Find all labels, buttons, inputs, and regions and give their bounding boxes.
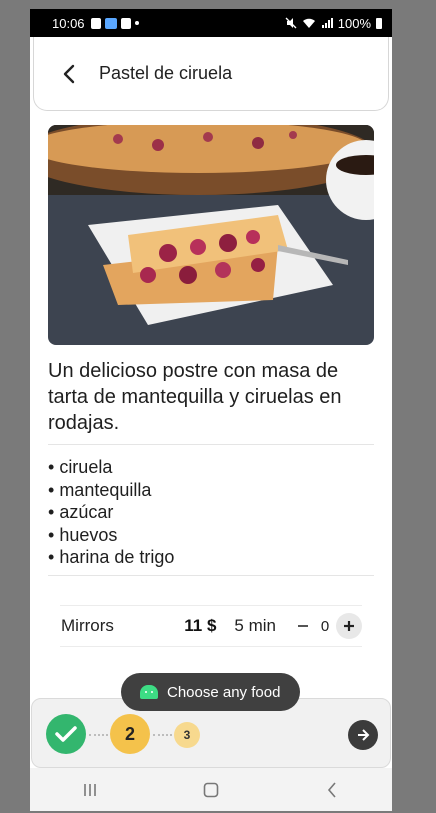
ingredient-item: harina de trigo <box>48 546 374 569</box>
chevron-left-icon <box>63 64 75 83</box>
ingredient-list: ciruela mantequilla azúcar huevos harina… <box>48 456 374 569</box>
signal-icon <box>321 18 333 28</box>
system-nav-bar <box>30 768 392 811</box>
step-3-upcoming[interactable]: 3 <box>174 722 200 748</box>
ingredient-item: mantequilla <box>48 479 374 502</box>
status-right: 100% <box>285 16 382 31</box>
mute-icon <box>285 17 297 29</box>
android-icon <box>140 685 158 699</box>
minus-icon <box>298 625 308 627</box>
step-1-done[interactable] <box>46 714 86 754</box>
check-icon <box>55 726 77 742</box>
mirror-price: 11 $ <box>184 616 217 635</box>
phone-screen: 10:06 100% Pastel de ciruela Un delicios… <box>30 9 392 811</box>
battery-icon <box>376 17 382 29</box>
step-connector <box>89 734 108 736</box>
divider <box>48 575 374 576</box>
toast-message: Choose any food <box>121 673 300 711</box>
status-bar: 10:06 100% <box>30 9 392 37</box>
gallery-icon <box>120 17 131 29</box>
wifi-icon <box>302 18 315 28</box>
system-back-button[interactable] <box>302 775 362 805</box>
home-button[interactable] <box>181 775 241 805</box>
back-button[interactable] <box>54 59 84 89</box>
quantity-value: 0 <box>320 617 330 635</box>
notification-icon <box>90 17 101 29</box>
page-title: Pastel de ciruela <box>99 63 233 83</box>
more-notifications-icon <box>134 21 139 25</box>
back-icon <box>327 781 336 798</box>
plus-icon <box>344 621 354 631</box>
app-icon <box>104 17 117 29</box>
ingredient-item: ciruela <box>48 456 374 479</box>
decrease-button[interactable] <box>292 615 314 637</box>
battery-percent: 100% <box>337 15 371 31</box>
home-icon <box>203 782 219 797</box>
plum-cake-photo <box>48 125 374 345</box>
recent-apps-button[interactable] <box>60 775 120 805</box>
ingredient-item: azúcar <box>48 501 374 524</box>
recipe-image <box>48 125 374 345</box>
recipe-description: Un delicioso postre con masa de tarta de… <box>48 360 342 434</box>
arrow-right-icon <box>358 729 370 741</box>
mirror-time: 5 min <box>234 616 276 635</box>
divider <box>48 444 374 445</box>
app-header: Pastel de ciruela <box>33 37 389 111</box>
increase-button[interactable] <box>336 613 362 639</box>
status-time: 10:06 <box>52 15 85 31</box>
mirror-name: Mirrors <box>61 616 114 635</box>
notification-icons <box>90 17 139 29</box>
step-2-active[interactable]: 2 <box>110 714 150 754</box>
step-connector <box>153 734 172 736</box>
next-button[interactable] <box>348 720 378 750</box>
mirror-row: Mirrors 11 $ 5 min 0 <box>60 605 362 647</box>
toast-text: Choose any food <box>167 683 281 701</box>
ingredient-item: huevos <box>48 524 374 547</box>
recent-apps-icon <box>84 783 97 796</box>
